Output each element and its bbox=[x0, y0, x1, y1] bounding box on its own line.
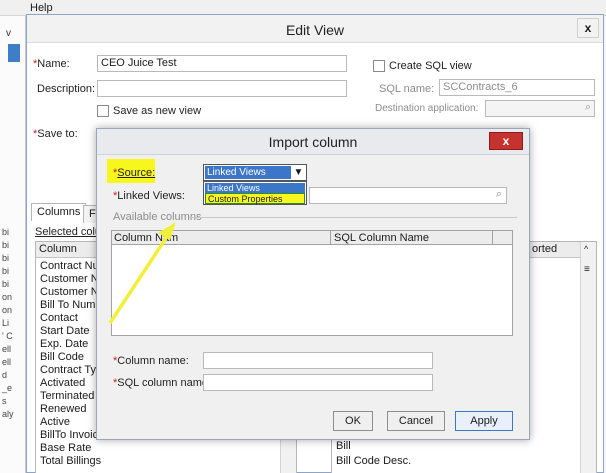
name-label: *Name: bbox=[33, 58, 70, 70]
import-column-titlebar: Import column x bbox=[97, 129, 529, 155]
header-divider bbox=[330, 230, 331, 245]
sql-column-name-field[interactable] bbox=[203, 374, 433, 391]
left-fragment: v bbox=[6, 28, 11, 39]
right-list-item: Bill bbox=[336, 440, 351, 452]
left-strip-item: bi bbox=[2, 227, 10, 237]
column-list-item[interactable]: Activated bbox=[40, 377, 85, 389]
left-strip-item: ell bbox=[2, 357, 12, 367]
create-sql-checkbox[interactable] bbox=[373, 60, 385, 72]
description-label: Description: bbox=[37, 83, 96, 95]
column-list-item[interactable]: Contact bbox=[40, 312, 78, 324]
name-field[interactable]: CEO Juice Test bbox=[97, 55, 347, 72]
column-list-item[interactable]: Exp. Date bbox=[40, 338, 88, 350]
save-as-new-label: Save as new view bbox=[113, 105, 202, 117]
left-strip-item: aly bbox=[2, 409, 14, 419]
left-strip-item: on bbox=[2, 292, 13, 302]
apply-button[interactable]: Apply bbox=[455, 411, 513, 431]
left-strip-item: bi bbox=[2, 240, 10, 250]
available-columns-grid: Column Nam SQL Column Name bbox=[111, 230, 513, 336]
scroll-thumb-icon[interactable]: ≡ bbox=[584, 264, 590, 275]
left-strip-item: bi bbox=[2, 253, 10, 263]
column-list-item[interactable]: Terminated bbox=[40, 390, 94, 402]
sql-column-name-label: *SQL column name: bbox=[113, 377, 212, 389]
column-list-item[interactable]: Renewed bbox=[40, 403, 86, 415]
save-as-new-checkbox[interactable] bbox=[97, 105, 109, 117]
description-field[interactable] bbox=[97, 80, 347, 97]
search-icon: ⌕ bbox=[584, 101, 591, 113]
source-dropdown: Linked Views Custom Properties bbox=[203, 181, 307, 205]
left-strip-item: Li bbox=[2, 318, 10, 328]
edit-view-titlebar: Edit View x bbox=[27, 15, 603, 43]
left-strip-item: d bbox=[2, 370, 8, 380]
right-header-fragment: orted bbox=[532, 243, 558, 255]
left-strip-item: bi bbox=[2, 266, 10, 276]
column-list-item[interactable]: Base Rate bbox=[40, 442, 91, 454]
create-sql-label: Create SQL view bbox=[389, 60, 472, 72]
column-name-header[interactable]: Column Nam bbox=[114, 232, 178, 244]
destination-app-label: Destination application: bbox=[375, 103, 479, 114]
header-divider bbox=[492, 230, 493, 245]
dropdown-option-custom-properties[interactable]: Custom Properties bbox=[205, 193, 305, 204]
available-grid-header: Column Nam SQL Column Name bbox=[112, 230, 512, 245]
column-list-item[interactable]: Start Date bbox=[40, 325, 90, 337]
available-columns-divider bbox=[189, 217, 517, 218]
dropdown-option-linked-views[interactable]: Linked Views bbox=[205, 183, 305, 193]
sql-name-label: SQL name: bbox=[379, 83, 435, 95]
left-strip-item: ell bbox=[2, 344, 12, 354]
search-icon[interactable]: ⌕ bbox=[496, 188, 502, 201]
left-strip-item: ' C bbox=[2, 331, 13, 341]
destination-app-field[interactable]: ⌕ bbox=[485, 100, 595, 117]
source-selected-value: Linked Views bbox=[205, 166, 291, 179]
import-column-title: Import column bbox=[268, 134, 358, 150]
left-strip-item: _e bbox=[2, 383, 13, 393]
column-list-item[interactable]: Bill Code bbox=[40, 351, 84, 363]
cancel-button[interactable]: Cancel bbox=[387, 411, 445, 431]
right-list-item: Bill Code Desc. bbox=[336, 455, 412, 467]
linked-views-field[interactable]: ⌕ bbox=[309, 187, 507, 204]
column-name-field[interactable] bbox=[203, 352, 433, 369]
tab-columns[interactable]: Columns bbox=[31, 203, 87, 221]
source-select[interactable]: Linked Views ▼ bbox=[203, 164, 307, 181]
ok-button[interactable]: OK bbox=[333, 411, 373, 431]
edit-view-title: Edit View bbox=[285, 22, 345, 38]
sql-column-name-header[interactable]: SQL Column Name bbox=[334, 232, 429, 244]
chevron-down-icon[interactable]: ▼ bbox=[292, 166, 305, 179]
left-panel-selection bbox=[8, 44, 20, 62]
left-strip-item: bi bbox=[2, 279, 10, 289]
import-column-dialog: Import column x *Source: Linked Views ▼ … bbox=[96, 128, 530, 440]
column-list-item[interactable]: Total Billings bbox=[40, 455, 101, 467]
linked-views-label: *Linked Views: bbox=[113, 190, 185, 202]
import-close-button[interactable]: x bbox=[489, 132, 523, 150]
sql-name-field[interactable]: SCContracts_6 bbox=[439, 79, 595, 96]
edit-view-close-button[interactable]: x bbox=[577, 18, 599, 38]
column-name-label: *Column name: bbox=[113, 355, 189, 367]
column-list-item[interactable]: Active bbox=[40, 416, 70, 428]
save-to-label: *Save to: bbox=[33, 128, 78, 140]
left-strip-item: on bbox=[2, 305, 13, 315]
right-grid-scrollbar[interactable]: ^ ≡ bbox=[580, 242, 596, 473]
left-strip-item: s bbox=[2, 396, 7, 406]
source-label: *Source: bbox=[113, 167, 156, 179]
menu-help[interactable]: Help bbox=[30, 2, 53, 14]
scroll-up-icon[interactable]: ^ bbox=[584, 244, 588, 254]
left-panel: v bi bi bi bi bi on on Li ' C ell ell d _es aly bbox=[0, 16, 26, 473]
